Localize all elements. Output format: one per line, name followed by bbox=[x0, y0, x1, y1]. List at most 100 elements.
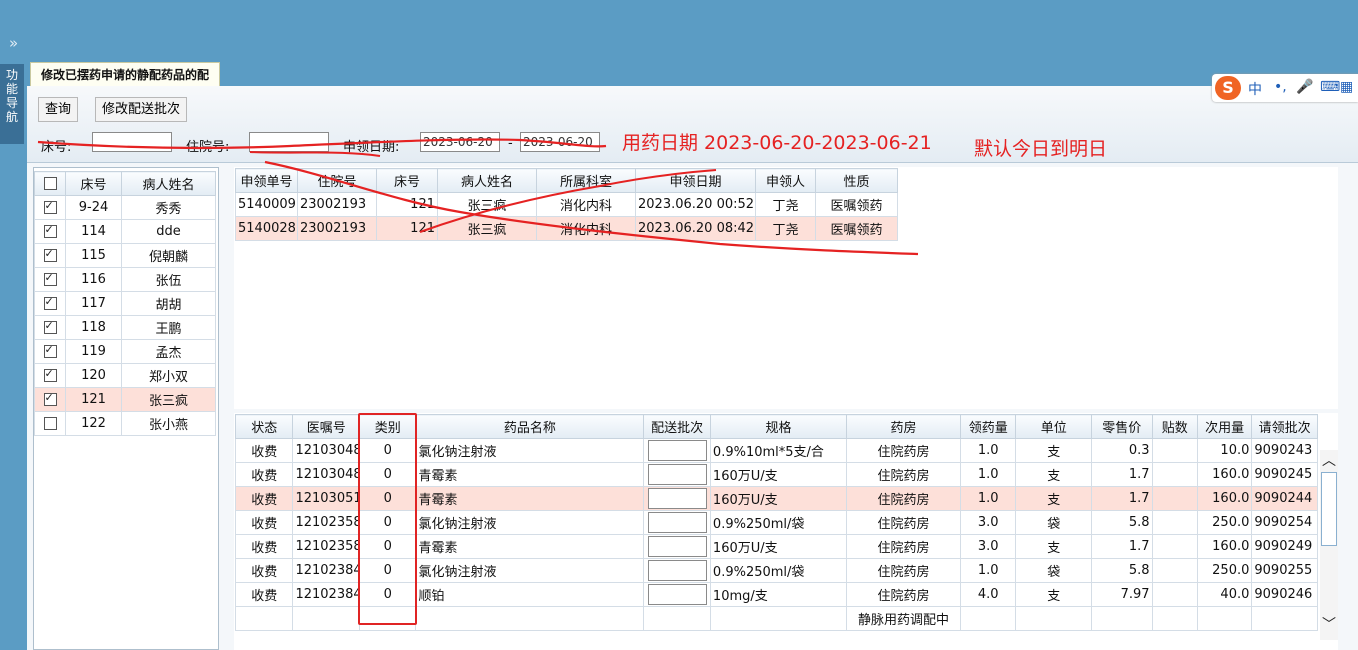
table-cell: 0.3 bbox=[1091, 438, 1153, 463]
row-checkbox-cell[interactable] bbox=[34, 219, 66, 244]
modify-batch-button[interactable]: 修改配送批次 bbox=[95, 97, 188, 122]
table-row[interactable]: 120郑小双 bbox=[34, 363, 216, 388]
patient-checkbox[interactable] bbox=[43, 271, 57, 286]
column-header: 领药量 bbox=[959, 414, 1017, 439]
row-checkbox-cell[interactable] bbox=[34, 411, 66, 436]
date-to-input[interactable]: 2023-06-20 bbox=[520, 132, 600, 152]
table-cell: 2023.06.20 00:52 bbox=[635, 192, 756, 217]
patient-checkbox[interactable] bbox=[43, 391, 57, 406]
delivery-batch-input[interactable] bbox=[647, 584, 707, 605]
table-cell bbox=[359, 606, 417, 631]
table-row[interactable]: 9-24秀秀 bbox=[34, 195, 216, 220]
patient-checkbox[interactable] bbox=[43, 295, 57, 310]
row-checkbox-cell[interactable] bbox=[34, 387, 66, 412]
patient-checkbox[interactable] bbox=[43, 417, 57, 430]
punctuation-icon[interactable]: •, bbox=[1274, 79, 1287, 95]
expand-menu-icon[interactable]: » bbox=[9, 34, 18, 52]
row-checkbox-cell[interactable] bbox=[34, 291, 66, 316]
table-cell: 160万U/支 bbox=[709, 462, 848, 487]
scroll-down-icon[interactable]: ﹀ bbox=[1322, 614, 1336, 634]
table-row[interactable]: 122 张小燕 bbox=[34, 411, 216, 436]
select-all-header[interactable] bbox=[34, 171, 66, 196]
microphone-icon[interactable]: 🎤 bbox=[1296, 79, 1313, 95]
table-row[interactable]: 收费 12103051 0 青霉素 160万U/支 住院药房 1.0 支 1.7 160.0 909… bbox=[234, 486, 1318, 511]
drug-table-scrollbar[interactable]: ︿ ﹀ bbox=[1320, 450, 1338, 640]
query-button[interactable]: 查询 bbox=[38, 97, 79, 122]
table-row[interactable]: 114dde bbox=[34, 219, 216, 244]
function-nav-tab[interactable]: 功 能 导 航 bbox=[0, 64, 24, 144]
row-checkbox-cell[interactable] bbox=[34, 267, 66, 292]
scroll-thumb[interactable] bbox=[1321, 472, 1337, 546]
patient-checkbox[interactable] bbox=[43, 343, 57, 358]
patient-checkbox[interactable] bbox=[43, 199, 57, 214]
delivery-batch-input[interactable] bbox=[647, 440, 707, 461]
delivery-batch-cell[interactable] bbox=[643, 534, 711, 559]
bed-input[interactable] bbox=[92, 132, 172, 152]
grid-menu-icon[interactable]: ▦ bbox=[1340, 79, 1353, 95]
select-all-checkbox[interactable] bbox=[43, 177, 57, 190]
table-row[interactable]: 5140028 23002193 121 张三疯 消化内科 2023.06.20 08:4… bbox=[235, 216, 898, 241]
table-row[interactable]: 收费 12102358 0 氯化钠注射液 0.9%250ml/袋 住院药房 3.0 袋 5.8 2… bbox=[234, 510, 1318, 535]
delivery-batch-cell[interactable] bbox=[643, 462, 711, 487]
column-header: 药房 bbox=[846, 414, 961, 439]
table-row[interactable]: 收费 12103048 0 青霉素 160万U/支 住院药房 1.0 支 1.7 160.0 909… bbox=[234, 462, 1318, 487]
table-cell: 1.7 bbox=[1091, 534, 1153, 559]
row-checkbox-cell[interactable] bbox=[34, 195, 66, 220]
table-cell: 12102358 bbox=[292, 510, 361, 535]
admission-input[interactable] bbox=[249, 132, 329, 152]
table-row[interactable]: 5140009 23002193 121 张三疯 消化内科 2023.06.20 00:5… bbox=[235, 192, 898, 217]
delivery-batch-input[interactable] bbox=[647, 488, 707, 509]
column-header: 次用量 bbox=[1196, 414, 1253, 439]
delivery-batch-cell[interactable] bbox=[643, 582, 711, 607]
table-cell: 支 bbox=[1015, 582, 1093, 607]
tab-modify-batch[interactable]: 修改已摆药申请的静配药品的配 bbox=[30, 62, 221, 86]
date-from-input[interactable]: 2023-06-20 bbox=[420, 132, 500, 152]
table-cell: 23002193 bbox=[297, 192, 377, 217]
patient-checkbox[interactable] bbox=[43, 247, 57, 262]
bed-cell: 120 bbox=[65, 363, 122, 388]
chinese-mode-icon[interactable]: 中 bbox=[1248, 79, 1262, 99]
table-cell: 消化内科 bbox=[536, 192, 636, 217]
delivery-batch-cell[interactable] bbox=[643, 438, 711, 463]
table-row[interactable]: 收费 12102384 0 顺铂 10mg/支 住院药房 4.0 支 7.97 40.0 90902… bbox=[234, 582, 1318, 607]
patient-checkbox[interactable] bbox=[43, 223, 57, 238]
ime-toolbar[interactable]: S 中 •, 🎤 ⌨ ▦ bbox=[1212, 74, 1358, 102]
bed-cell: 122 bbox=[65, 411, 122, 436]
table-cell: 氯化钠注射液 bbox=[415, 558, 645, 583]
delivery-batch-input[interactable] bbox=[647, 464, 707, 485]
delivery-batch-input[interactable] bbox=[647, 512, 707, 533]
table-cell bbox=[643, 606, 711, 631]
patient-checkbox[interactable] bbox=[43, 319, 57, 334]
delivery-batch-input[interactable] bbox=[647, 536, 707, 557]
row-checkbox-cell[interactable] bbox=[34, 243, 66, 268]
delivery-batch-input[interactable] bbox=[647, 560, 707, 581]
column-header: 配送批次 bbox=[643, 414, 711, 439]
table-row[interactable]: 121张三疯 bbox=[34, 387, 216, 412]
delivery-batch-cell[interactable] bbox=[643, 510, 711, 535]
row-checkbox-cell[interactable] bbox=[34, 315, 66, 340]
row-checkbox-cell[interactable] bbox=[34, 339, 66, 364]
table-row[interactable]: 117胡胡 bbox=[34, 291, 216, 316]
table-cell: 住院药房 bbox=[846, 534, 961, 559]
column-header: 状态 bbox=[234, 414, 294, 439]
table-row[interactable]: 收费 12102358 0 青霉素 160万U/支 住院药房 3.0 支 1.7 160.0 909… bbox=[234, 534, 1318, 559]
table-cell bbox=[1091, 606, 1153, 631]
table-cell bbox=[1151, 462, 1198, 487]
scroll-up-icon[interactable]: ︿ bbox=[1322, 450, 1336, 470]
table-row[interactable]: 116张伍 bbox=[34, 267, 216, 292]
column-header: 申领日期 bbox=[635, 168, 756, 193]
table-row[interactable]: 118王鹏 bbox=[34, 315, 216, 340]
table-row[interactable]: 119孟杰 bbox=[34, 339, 216, 364]
table-row[interactable]: 收费 12103048 0 氯化钠注射液 0.9%10ml*5支/合 住院药房 1.0 支 0.… bbox=[234, 438, 1318, 463]
column-header: 病人姓名 bbox=[121, 171, 216, 196]
delivery-batch-cell[interactable] bbox=[643, 558, 711, 583]
delivery-batch-cell[interactable] bbox=[643, 486, 711, 511]
table-row[interactable]: 115倪朝麟 bbox=[34, 243, 216, 268]
row-checkbox-cell[interactable] bbox=[34, 363, 66, 388]
table-row[interactable]: 静脉用药调配中 bbox=[234, 606, 1318, 631]
table-cell: 9090245 bbox=[1251, 462, 1318, 487]
table-cell: 收费 bbox=[234, 438, 294, 463]
keyboard-icon[interactable]: ⌨ bbox=[1320, 79, 1340, 95]
table-row[interactable]: 收费 12102384 0 氯化钠注射液 0.9%250ml/袋 住院药房 1.0 袋 5.8 2… bbox=[234, 558, 1318, 583]
patient-checkbox[interactable] bbox=[43, 367, 57, 382]
